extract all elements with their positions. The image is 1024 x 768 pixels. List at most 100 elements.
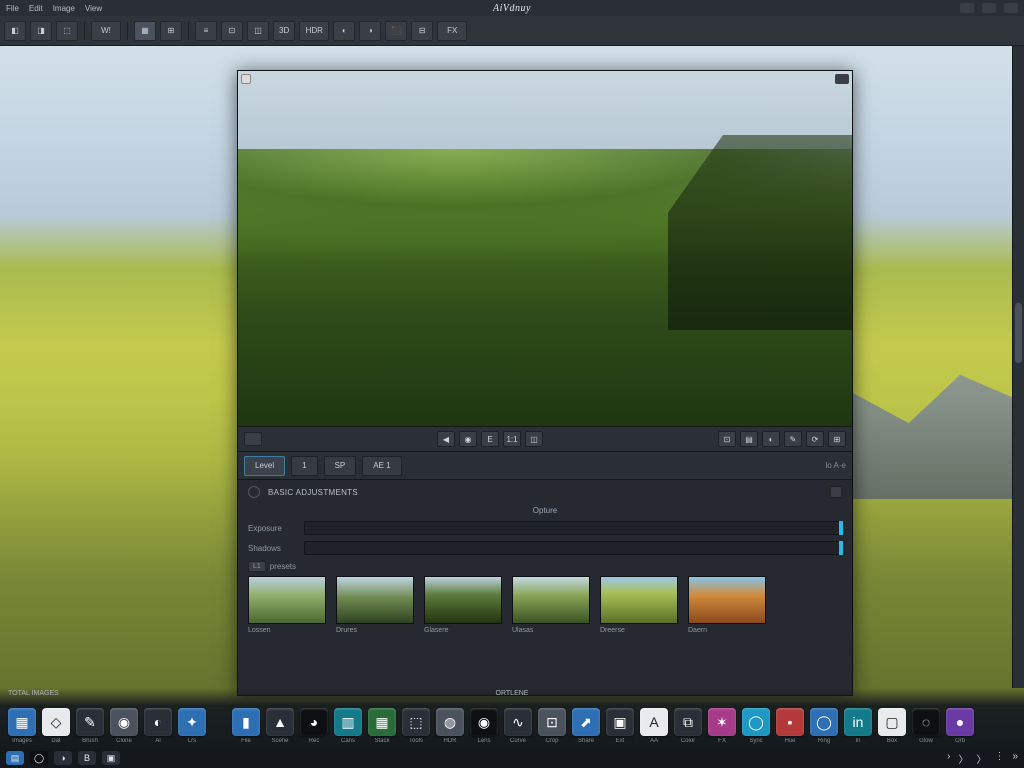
dock-app-box[interactable]: ▢Box bbox=[878, 708, 906, 744]
app-label: Ext bbox=[616, 738, 625, 744]
nav-end-icon[interactable]: » bbox=[1012, 751, 1018, 766]
tray-item-4[interactable]: ▣ bbox=[102, 751, 120, 765]
preset-1[interactable]: Drures bbox=[336, 576, 414, 634]
preset-0[interactable]: Lossen bbox=[248, 576, 326, 634]
vertical-scrollbar[interactable] bbox=[1012, 46, 1024, 688]
preset-thumb-icon bbox=[424, 576, 502, 624]
preset-2[interactable]: Glasere bbox=[424, 576, 502, 634]
app-label: Sync bbox=[749, 738, 762, 744]
tool-btn-8[interactable]: ◫ bbox=[247, 21, 269, 41]
tool-btn-12[interactable]: ◑ bbox=[359, 21, 381, 41]
dock-app-sync[interactable]: ◯Sync bbox=[742, 708, 770, 744]
dock-app-clone[interactable]: ◉Clone bbox=[110, 708, 138, 744]
exposure-button[interactable]: E bbox=[481, 431, 499, 447]
tab-1[interactable]: 1 bbox=[291, 456, 317, 476]
image-preview[interactable] bbox=[238, 71, 852, 426]
tool-btn-1[interactable]: ◨ bbox=[30, 21, 52, 41]
prev-image-button[interactable]: ◀ bbox=[437, 431, 455, 447]
compare-button[interactable]: ◫ bbox=[525, 431, 543, 447]
zoom-100-button[interactable]: 1:1 bbox=[503, 431, 521, 447]
nav-fwd2-icon[interactable]: 〉 bbox=[976, 751, 986, 766]
menu-view[interactable]: View bbox=[85, 4, 102, 13]
crop-icon[interactable]: ⊡ bbox=[718, 431, 736, 447]
preset-4[interactable]: Dreerse bbox=[600, 576, 678, 634]
preview-close-icon[interactable] bbox=[835, 74, 849, 84]
dock-app-brush[interactable]: ✎Brush bbox=[76, 708, 104, 744]
mask-icon[interactable]: ◐ bbox=[762, 431, 780, 447]
dock-app-lens[interactable]: ◉Lens bbox=[470, 708, 498, 744]
slider-track[interactable] bbox=[304, 521, 842, 535]
dock-app-ext[interactable]: ▣Ext bbox=[606, 708, 634, 744]
app-icon: ✦ bbox=[178, 708, 206, 736]
rotate-icon[interactable]: ⟳ bbox=[806, 431, 824, 447]
tray-item-3[interactable]: B bbox=[78, 751, 96, 765]
dock-app-ring[interactable]: ◯Ring bbox=[810, 708, 838, 744]
tool-btn-10[interactable]: HDR bbox=[299, 21, 329, 41]
tool-btn-13[interactable]: ⬛ bbox=[385, 21, 407, 41]
window-max-icon[interactable] bbox=[982, 3, 996, 13]
dock-app-stack[interactable]: ▦Stack bbox=[368, 708, 396, 744]
tab-right-label: lo A·e bbox=[826, 461, 846, 470]
tool-btn-0[interactable]: ◧ bbox=[4, 21, 26, 41]
app-label: File bbox=[241, 738, 251, 744]
tab-level[interactable]: Level bbox=[244, 456, 285, 476]
dock-app-al[interactable]: ◐Al bbox=[144, 708, 172, 744]
tool-btn-9[interactable]: 3D bbox=[273, 21, 295, 41]
tab-sp[interactable]: SP bbox=[324, 456, 357, 476]
tray-item-1[interactable]: ◯ bbox=[30, 751, 48, 765]
nav-more-icon[interactable]: ⋮ bbox=[994, 751, 1004, 766]
dock-app-orb[interactable]: ●Orb bbox=[946, 708, 974, 744]
nav-next-icon[interactable]: › bbox=[947, 751, 950, 766]
slider-label: Shadows bbox=[248, 544, 296, 553]
tool-btn-7[interactable]: ⊡ bbox=[221, 21, 243, 41]
menu-edit[interactable]: Edit bbox=[29, 4, 43, 13]
dock-app-lrs[interactable]: ✦Lrs bbox=[178, 708, 206, 744]
tool-btn-3[interactable]: W! bbox=[91, 21, 121, 41]
dock-app-rec[interactable]: ◕Rec bbox=[300, 708, 328, 744]
tool-btn-15[interactable]: FX bbox=[437, 21, 467, 41]
main-toolbar: ◧ ◨ ⬚ W! ▦ ⊞ ≡ ⊡ ◫ 3D HDR ◐ ◑ ⬛ ⊟ FX bbox=[0, 16, 1024, 46]
tool-btn-5[interactable]: ⊞ bbox=[160, 21, 182, 41]
dock-app-curve[interactable]: ∿Curve bbox=[504, 708, 532, 744]
dock-app-hue[interactable]: ▪Hue bbox=[776, 708, 804, 744]
app-icon: ✶ bbox=[708, 708, 736, 736]
window-min-icon[interactable] bbox=[960, 3, 974, 13]
dock-app-in[interactable]: inIn bbox=[844, 708, 872, 744]
tool-btn-14[interactable]: ⊟ bbox=[411, 21, 433, 41]
dock-app-dat[interactable]: ◇Dat bbox=[42, 708, 70, 744]
dock-app-glow[interactable]: ◌Glow bbox=[912, 708, 940, 744]
dock-app-tools[interactable]: ⬚Tools bbox=[402, 708, 430, 744]
dock-app-crop[interactable]: ⊡Crop bbox=[538, 708, 566, 744]
tool-btn-4[interactable]: ▦ bbox=[134, 21, 156, 41]
dock-app-fx[interactable]: ✶FX bbox=[708, 708, 736, 744]
panel-toggle-icon[interactable] bbox=[248, 486, 260, 498]
slider-track[interactable] bbox=[304, 541, 842, 555]
dock-app-share[interactable]: ⬈Share bbox=[572, 708, 600, 744]
grid-icon[interactable]: ▤ bbox=[740, 431, 758, 447]
dock-app-cans[interactable]: ▥Cans bbox=[334, 708, 362, 744]
tool-btn-6[interactable]: ≡ bbox=[195, 21, 217, 41]
tray-item-2[interactable]: ◑ bbox=[54, 751, 72, 765]
edit-icon[interactable]: ✎ bbox=[784, 431, 802, 447]
tool-btn-2[interactable]: ⬚ bbox=[56, 21, 78, 41]
histogram-icon[interactable] bbox=[244, 432, 262, 446]
nav-fwd-icon[interactable]: 〉 bbox=[958, 751, 968, 766]
tool-btn-11[interactable]: ◐ bbox=[333, 21, 355, 41]
panel-menu-icon[interactable] bbox=[830, 486, 842, 498]
dock-app-file[interactable]: ▮File bbox=[232, 708, 260, 744]
dock-app-aa[interactable]: AAA bbox=[640, 708, 668, 744]
dock-app-images[interactable]: ▦Images bbox=[8, 708, 36, 744]
dock-app-color[interactable]: ⧉Color bbox=[674, 708, 702, 744]
preset-5[interactable]: Daern bbox=[688, 576, 766, 634]
tray-item-0[interactable]: ▤ bbox=[6, 751, 24, 765]
preset-3[interactable]: Ulasas bbox=[512, 576, 590, 634]
window-close-icon[interactable] bbox=[1004, 3, 1018, 13]
play-button[interactable]: ◉ bbox=[459, 431, 477, 447]
layout-icon[interactable]: ⊞ bbox=[828, 431, 846, 447]
search-icon[interactable] bbox=[241, 74, 251, 84]
menu-file[interactable]: File bbox=[6, 4, 19, 13]
menu-image[interactable]: Image bbox=[53, 4, 75, 13]
dock-app-hdr[interactable]: ◍HDR bbox=[436, 708, 464, 744]
dock-app-scene[interactable]: ▲Scene bbox=[266, 708, 294, 744]
tab-ae1[interactable]: AE 1 bbox=[362, 456, 401, 476]
